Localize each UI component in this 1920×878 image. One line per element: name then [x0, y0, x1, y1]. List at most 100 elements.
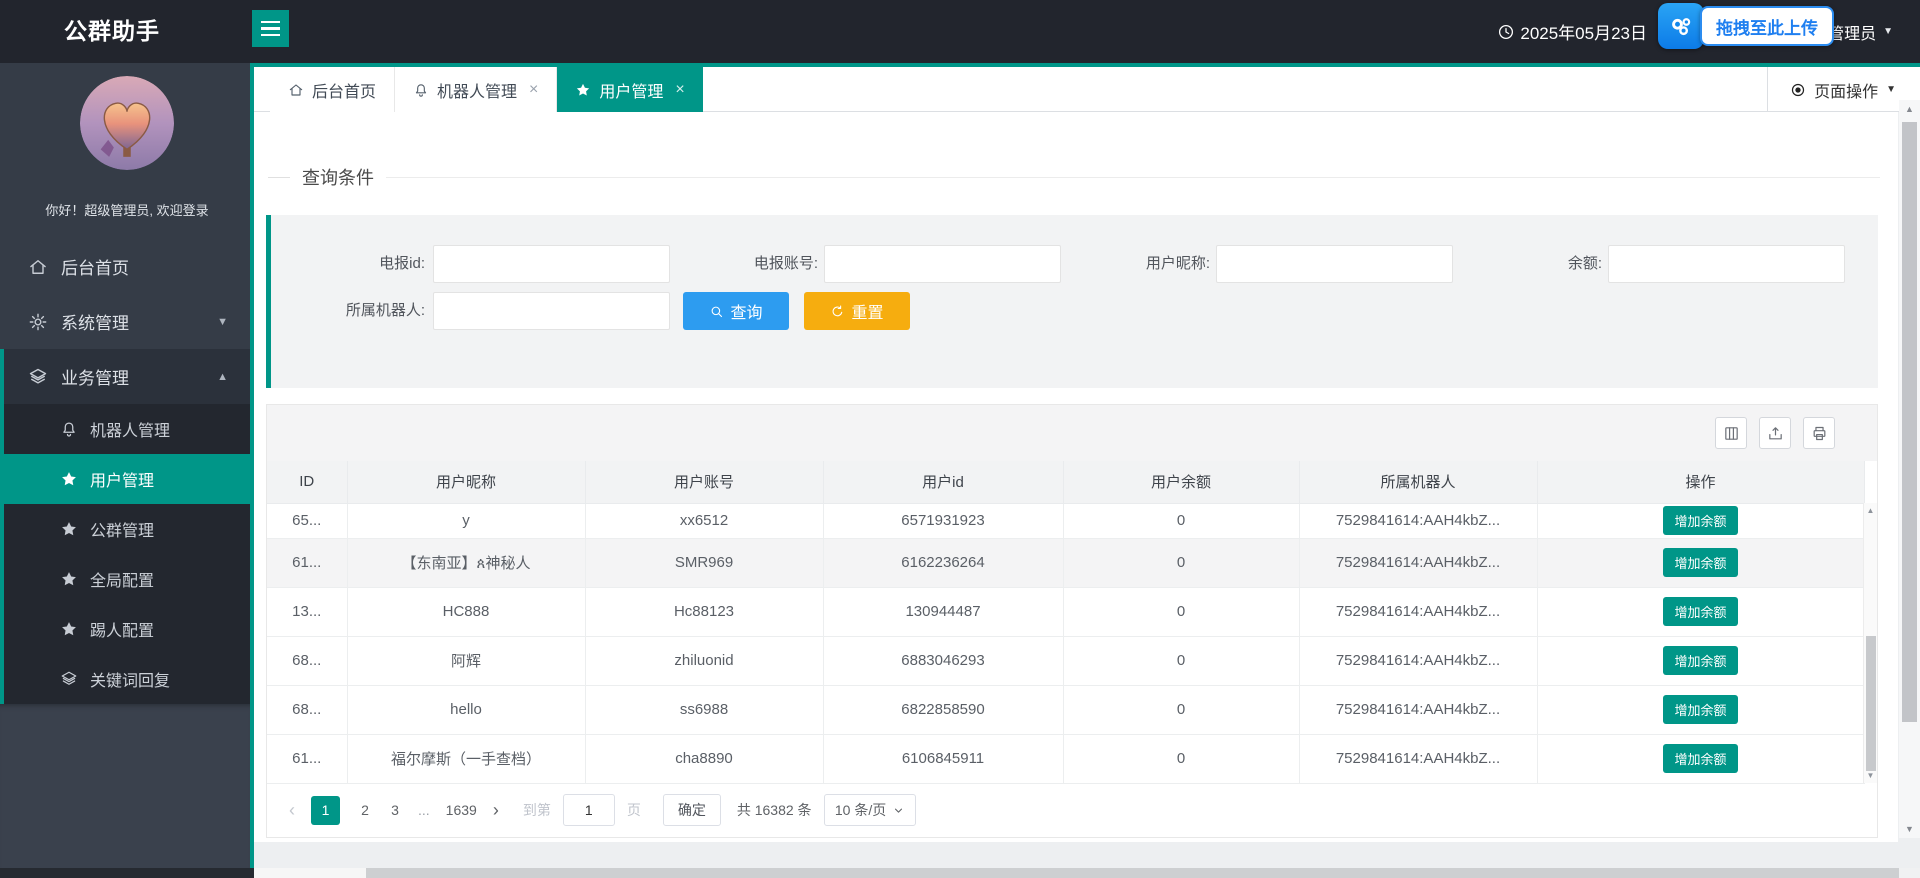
star-icon: [60, 570, 78, 588]
add-balance-button[interactable]: 增加余额: [1663, 506, 1737, 535]
close-icon[interactable]: ×: [529, 81, 538, 99]
add-balance-button[interactable]: 增加余额: [1663, 597, 1737, 626]
sidebar-item-keyword-reply[interactable]: 关键词回复: [4, 654, 250, 704]
table-scrollbar-thumb[interactable]: [1866, 636, 1876, 771]
chevron-down-icon: ▼: [1886, 84, 1896, 95]
cell-account: zhiluonid: [585, 636, 823, 685]
cell-id: 61...: [267, 734, 347, 783]
add-balance-button[interactable]: 增加余额: [1663, 548, 1737, 577]
print-button[interactable]: [1803, 417, 1835, 449]
add-balance-button[interactable]: 增加余额: [1663, 646, 1737, 675]
search-button[interactable]: 查询: [683, 292, 789, 330]
col-account: 用户账号: [585, 461, 823, 503]
cell-userid: 6822858590: [823, 685, 1063, 734]
tab-robot-management[interactable]: 机器人管理 ×: [395, 67, 557, 112]
nickname-input[interactable]: [1216, 245, 1453, 283]
tab-label: 后台首页: [312, 78, 376, 102]
page-ellipsis: ...: [418, 802, 430, 818]
confirm-page-button[interactable]: 确定: [663, 794, 721, 826]
star-icon: [60, 520, 78, 538]
print-icon: [1811, 425, 1828, 442]
page-number-2[interactable]: 2: [358, 802, 372, 818]
sidebar-item-label: 踢人配置: [90, 617, 154, 641]
page-operations-label: 页面操作: [1814, 78, 1878, 102]
table-row: 61... 福尔摩斯（一手查档） cha8890 6106845911 0 75…: [267, 734, 1864, 783]
goto-page-input[interactable]: [563, 794, 615, 826]
cell-id: 61...: [267, 538, 347, 587]
home-icon: [288, 82, 304, 98]
tab-user-management[interactable]: 用户管理 ×: [557, 67, 702, 112]
export-icon: [1767, 425, 1784, 442]
col-balance: 用户余额: [1063, 461, 1299, 503]
sidebar-item-robot-management[interactable]: 机器人管理: [4, 404, 250, 454]
menu-toggle-button[interactable]: [252, 10, 289, 47]
add-balance-button[interactable]: 增加余额: [1663, 744, 1737, 773]
page-number-3[interactable]: 3: [388, 802, 402, 818]
hamburger-icon: [261, 21, 280, 24]
columns-filter-button[interactable]: [1715, 417, 1747, 449]
sidebar-item-system[interactable]: 系统管理 ▼: [0, 294, 250, 349]
avatar[interactable]: [80, 76, 174, 170]
next-page-button[interactable]: ›: [493, 800, 499, 821]
close-icon[interactable]: ×: [675, 81, 684, 99]
sidebar-item-business[interactable]: 业务管理 ▲: [4, 349, 250, 404]
page-number-last[interactable]: 1639: [446, 802, 477, 818]
cell-userid: 6162236264: [823, 538, 1063, 587]
upload-overlay[interactable]: 拖拽至此上传: [1658, 3, 1834, 49]
table-scrollbar[interactable]: ▲ ▼: [1863, 503, 1877, 783]
cell-bot: 7529841614:AAH4kbZ...: [1299, 587, 1537, 636]
page-operations-dropdown[interactable]: 页面操作 ▼: [1767, 67, 1896, 112]
col-id: ID: [267, 461, 347, 503]
page-scrollbar-thumb[interactable]: [1902, 122, 1917, 722]
telegram-account-input[interactable]: [824, 245, 1061, 283]
hscroll-track[interactable]: [254, 868, 366, 878]
page-number-1[interactable]: 1: [311, 796, 340, 825]
add-balance-button[interactable]: 增加余额: [1663, 695, 1737, 724]
cell-balance: 0: [1063, 587, 1299, 636]
telegram-id-input[interactable]: [433, 245, 670, 283]
sidebar-item-kick-config[interactable]: 踢人配置: [4, 604, 250, 654]
col-actions: 操作: [1537, 461, 1864, 503]
cell-nickname: 【东南亚】ጰ神秘人: [347, 538, 585, 587]
telegram-account-label: 电报账号:: [668, 245, 818, 283]
star-icon: [575, 82, 591, 98]
cell-userid: 6883046293: [823, 636, 1063, 685]
sidebar-item-user-management[interactable]: 用户管理: [4, 454, 250, 504]
page-size-select[interactable]: 10 条/页: [824, 794, 916, 826]
bot-input[interactable]: [433, 292, 670, 330]
sidebar-item-label: 用户管理: [90, 467, 154, 491]
table-row: 68... hello ss6988 6822858590 0 75298416…: [267, 685, 1864, 734]
pagination: ‹ 1 2 3 ... 1639 › 到第 页 确定 共 16382 条 10 …: [289, 794, 916, 826]
horizontal-scrollbar[interactable]: [0, 868, 1920, 878]
scroll-up-arrow-icon[interactable]: ▲: [1864, 506, 1877, 515]
tab-label: 机器人管理: [437, 78, 517, 102]
cell-userid: 6571931923: [823, 503, 1063, 538]
scroll-down-arrow-icon[interactable]: ▼: [1864, 771, 1877, 780]
upload-overlay-label: 拖拽至此上传: [1700, 6, 1834, 46]
tab-home[interactable]: 后台首页: [270, 67, 395, 112]
sidebar-item-home[interactable]: 后台首页: [0, 239, 250, 294]
table-card: ID 用户昵称 用户账号 用户id 用户余额 所属机器人 操作 65... y: [266, 404, 1878, 838]
balance-input[interactable]: [1608, 245, 1845, 283]
sidebar-item-global-config[interactable]: 全局配置: [4, 554, 250, 604]
sidebar-item-group-management[interactable]: 公群管理: [4, 504, 250, 554]
cell-bot: 7529841614:AAH4kbZ...: [1299, 538, 1537, 587]
content-panel: 查询条件 电报id: 电报账号: 用户昵称: 余额: 所属机器人: 查询: [254, 112, 1898, 842]
bell-icon: [413, 82, 429, 98]
hscroll-thumb[interactable]: [366, 868, 1899, 878]
page-scrollbar[interactable]: ▲ ▼: [1899, 100, 1920, 838]
cell-account: Hc88123: [585, 587, 823, 636]
user-menu[interactable]: 管理员 ▼: [1828, 0, 1893, 63]
prev-page-button[interactable]: ‹: [289, 800, 295, 821]
scroll-down-arrow-icon[interactable]: ▼: [1899, 824, 1920, 834]
cell-bot: 7529841614:AAH4kbZ...: [1299, 685, 1537, 734]
sidebar-item-label: 机器人管理: [90, 417, 170, 441]
sidebar-nav: 后台首页 系统管理 ▼ 业务管理 ▲ 机器人管理: [0, 239, 250, 704]
scroll-up-arrow-icon[interactable]: ▲: [1899, 104, 1920, 114]
app-title: 公群助手: [64, 0, 160, 63]
table-row: 13... HC888 Hc88123 130944487 0 75298416…: [267, 587, 1864, 636]
export-button[interactable]: [1759, 417, 1791, 449]
cell-bot: 7529841614:AAH4kbZ...: [1299, 734, 1537, 783]
cell-account: ss6988: [585, 685, 823, 734]
reset-button[interactable]: 重置: [804, 292, 910, 330]
